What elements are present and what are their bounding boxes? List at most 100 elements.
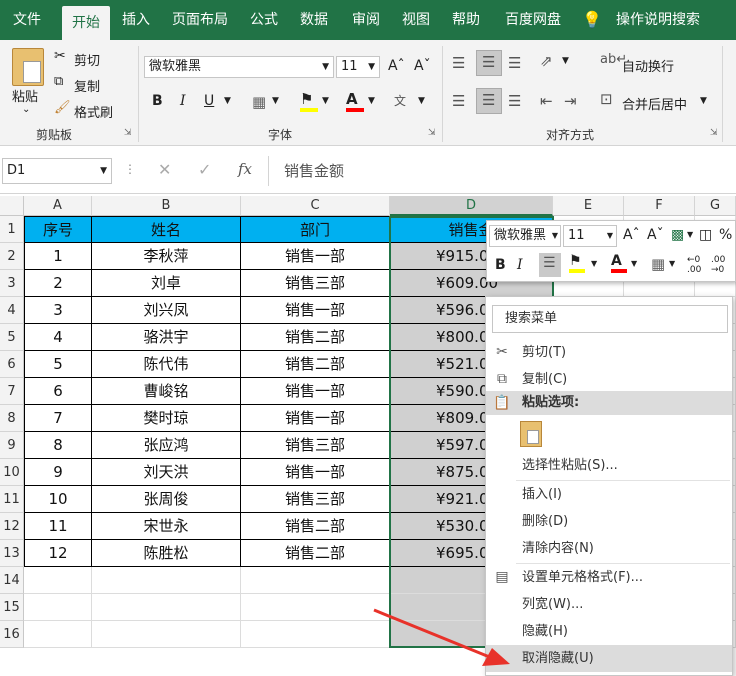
font-name-select[interactable]: 微软雅黑 ▼ <box>144 56 334 78</box>
row-header[interactable]: 11 <box>0 486 24 513</box>
menu-item-format-cells[interactable]: ▤ 设置单元格格式(F)... <box>486 564 732 591</box>
row-header[interactable]: 14 <box>0 567 24 594</box>
row-header[interactable]: 16 <box>0 621 24 648</box>
table-cell[interactable]: 陈代伟 <box>92 351 241 378</box>
tab-view[interactable]: 视图 <box>396 0 436 40</box>
table-cell[interactable]: 销售二部 <box>241 351 390 378</box>
tab-file[interactable]: 文件 <box>4 0 50 40</box>
table-cell[interactable]: 销售二部 <box>241 540 390 567</box>
table-cell[interactable]: 9 <box>24 459 92 486</box>
column-header[interactable]: F <box>624 196 695 216</box>
chevron-down-icon[interactable]: ▼ <box>418 96 425 106</box>
chevron-down-icon[interactable]: ▼ <box>591 259 597 268</box>
chevron-down-icon[interactable]: ▼ <box>631 259 637 268</box>
empty-cell[interactable] <box>24 567 92 594</box>
column-header[interactable]: A <box>24 196 92 216</box>
table-cell[interactable]: 樊时琼 <box>92 405 241 432</box>
copy-button[interactable]: 复制 <box>74 76 100 95</box>
table-cell[interactable]: 5 <box>24 351 92 378</box>
chevron-down-icon[interactable]: ▼ <box>562 56 569 66</box>
name-box[interactable]: D1 ▼ <box>2 158 112 184</box>
tab-insert[interactable]: 插入 <box>116 0 156 40</box>
align-middle-button[interactable]: ☰ <box>476 50 502 76</box>
chevron-down-icon[interactable]: ⌄ <box>22 104 30 115</box>
chevron-down-icon[interactable]: ▼ <box>322 96 329 106</box>
align-center-button[interactable]: ☰ <box>476 88 502 114</box>
table-header-cell[interactable]: 序号 <box>24 216 92 243</box>
table-cell[interactable]: 刘卓 <box>92 270 241 297</box>
chevron-down-icon[interactable]: ▼ <box>272 96 279 106</box>
row-header[interactable]: 2 <box>0 243 24 270</box>
table-cell[interactable]: 骆洪宇 <box>92 324 241 351</box>
table-cell[interactable]: 张周俊 <box>92 486 241 513</box>
insert-function-button[interactable]: fx <box>238 160 252 178</box>
tab-home[interactable]: 开始 <box>62 6 110 40</box>
mini-bold-button[interactable]: B <box>495 257 506 273</box>
align-right-icon[interactable]: ☰ <box>508 92 521 110</box>
table-cell[interactable]: 10 <box>24 486 92 513</box>
table-cell[interactable]: 刘兴凤 <box>92 297 241 324</box>
chevron-down-icon[interactable]: ▼ <box>368 96 375 106</box>
table-cell[interactable]: 1 <box>24 243 92 270</box>
column-header-selected[interactable]: D <box>390 196 553 216</box>
paste-icon[interactable] <box>12 48 44 86</box>
menu-item-clear-contents[interactable]: 清除内容(N) <box>486 535 732 562</box>
chevron-down-icon[interactable]: ▼ <box>669 259 675 268</box>
format-painter-button[interactable]: 格式刷 <box>74 102 113 121</box>
table-cell[interactable]: 6 <box>24 378 92 405</box>
table-cell[interactable]: 李秋萍 <box>92 243 241 270</box>
table-cell[interactable]: 3 <box>24 297 92 324</box>
tab-baidu-netdisk[interactable]: 百度网盘 <box>498 0 568 40</box>
row-header[interactable]: 15 <box>0 594 24 621</box>
menu-item-column-width[interactable]: 列宽(W)... <box>486 591 732 618</box>
tab-help[interactable]: 帮助 <box>446 0 486 40</box>
row-header[interactable]: 12 <box>0 513 24 540</box>
menu-item-paste-special[interactable]: 选择性粘贴(S)... <box>486 452 732 479</box>
empty-cell[interactable] <box>92 567 241 594</box>
empty-cell[interactable] <box>92 594 241 621</box>
dialog-launcher-icon[interactable]: ⇲ <box>710 128 718 138</box>
select-all-corner[interactable] <box>0 196 24 216</box>
decrease-font-icon[interactable]: Aˇ <box>647 227 664 243</box>
table-cell[interactable]: 销售二部 <box>241 513 390 540</box>
row-header[interactable]: 9 <box>0 432 24 459</box>
fill-color-icon[interactable]: ⚑ <box>569 253 585 273</box>
italic-button[interactable]: I <box>180 93 186 109</box>
paste-option-icon[interactable] <box>520 421 542 447</box>
fill-color-icon[interactable]: ⚑ <box>300 90 318 112</box>
cancel-icon[interactable]: ✕ <box>158 160 171 179</box>
row-header[interactable]: 13 <box>0 540 24 567</box>
table-header-cell[interactable]: 姓名 <box>92 216 241 243</box>
increase-font-icon[interactable]: Aˆ <box>623 227 640 243</box>
search-menu-input[interactable]: 搜索菜单 <box>492 305 728 333</box>
mini-align-center-button[interactable]: ☰ <box>539 253 561 277</box>
empty-cell[interactable] <box>24 621 92 648</box>
row-header[interactable]: 5 <box>0 324 24 351</box>
wrap-text-button[interactable]: 自动换行 <box>622 56 674 75</box>
orientation-icon[interactable]: ⇗ <box>540 52 553 70</box>
font-size-select[interactable]: 11 ▼ <box>336 56 380 78</box>
border-icon[interactable]: ▦ <box>651 255 665 273</box>
menu-item-copy[interactable]: ⧉ 复制(C) <box>486 366 732 393</box>
tell-me-search[interactable]: 操作说明搜索 <box>610 0 706 40</box>
font-color-icon[interactable]: A <box>346 90 364 112</box>
currency-icon[interactable]: ◫ <box>699 227 712 243</box>
mini-font-name-select[interactable]: 微软雅黑 ▼ <box>489 225 561 247</box>
row-header[interactable]: 6 <box>0 351 24 378</box>
bold-button[interactable]: B <box>152 93 163 109</box>
increase-decimal-icon[interactable]: ←0.00 <box>687 255 701 275</box>
row-header[interactable]: 3 <box>0 270 24 297</box>
table-cell[interactable]: 曹峻铭 <box>92 378 241 405</box>
dialog-launcher-icon[interactable]: ⇲ <box>124 128 132 138</box>
mini-italic-button[interactable]: I <box>517 257 523 273</box>
menu-item-unhide[interactable]: 取消隐藏(U) <box>486 645 732 672</box>
tab-review[interactable]: 审阅 <box>346 0 386 40</box>
percent-button[interactable]: % <box>719 227 732 243</box>
row-header[interactable]: 10 <box>0 459 24 486</box>
table-cell[interactable]: 销售一部 <box>241 459 390 486</box>
table-cell[interactable]: 销售三部 <box>241 432 390 459</box>
chevron-down-icon[interactable]: ▼ <box>700 96 707 106</box>
column-header[interactable]: E <box>553 196 624 216</box>
table-cell[interactable]: 4 <box>24 324 92 351</box>
align-bottom-icon[interactable]: ☰ <box>508 54 521 72</box>
